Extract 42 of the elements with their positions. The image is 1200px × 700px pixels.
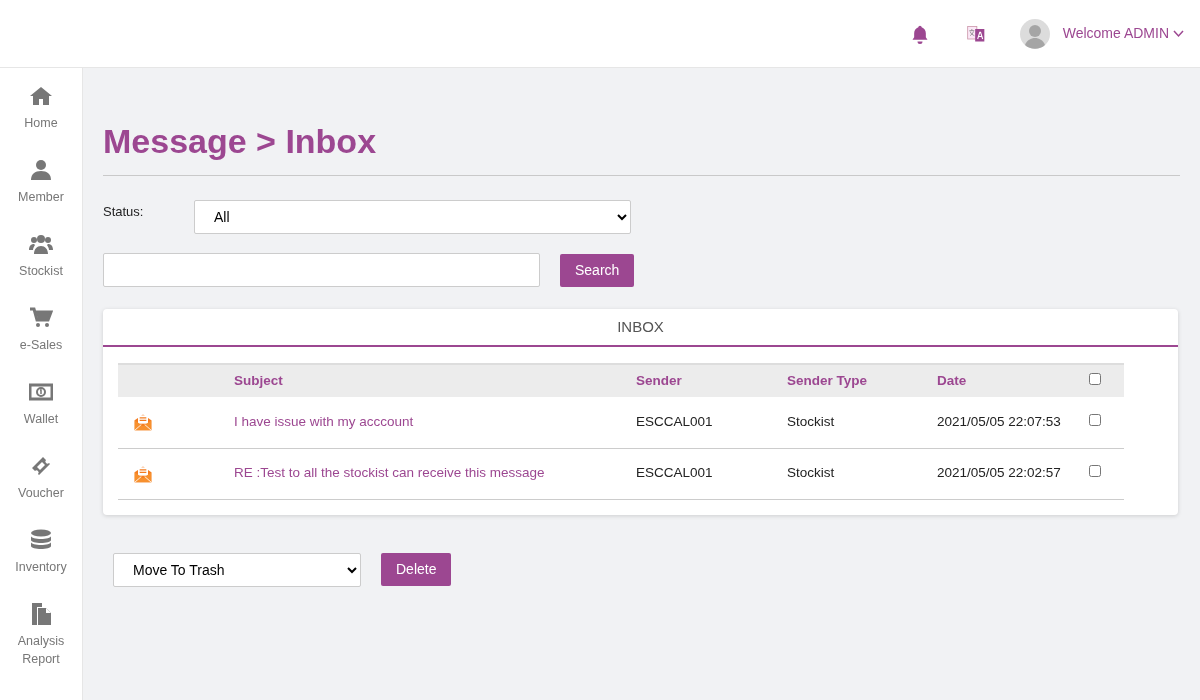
delete-button[interactable]: Delete [381,553,452,586]
search-button[interactable]: Search [560,253,635,287]
row-checkbox[interactable] [1089,414,1101,427]
sidebar-item[interactable]: e-Sales [0,306,82,380]
people-icon [29,232,53,256]
user-menu[interactable]: Welcome ADMIN [1062,23,1184,44]
status-label: Status: [103,203,145,221]
select-all-checkbox[interactable] [1089,372,1101,385]
table-cell: Stockist [787,465,835,481]
house-icon [29,84,53,108]
avatar-icon [1019,18,1050,49]
sidebar-item[interactable]: Voucher [0,454,82,528]
column-header: Subject [234,372,283,388]
table-cell: 2021/05/05 22:02:57 [937,465,1061,481]
chevron-down-icon [1173,29,1184,38]
table-cell: ESCCAL001 [636,465,713,481]
sidebar-item[interactable]: Stockist [0,232,82,306]
page-title: Message > Inbox [103,121,378,162]
database-icon [29,528,53,552]
envelope-icon [133,412,153,433]
sidebar-item[interactable]: Wallet [0,380,82,454]
table-cell: ESCCAL001 [636,414,713,430]
translate-icon[interactable] [965,23,986,44]
column-header: Sender Type [787,372,868,388]
sidebar-item[interactable]: Member [0,158,82,232]
column-header: Date [937,372,967,388]
documents-icon [29,602,53,626]
sidebar-item[interactable]: Analysis Report [0,602,82,676]
search-field[interactable] [103,253,540,287]
column-header: Sender [636,372,682,388]
cart-icon [29,306,53,330]
message-subject-link[interactable]: RE :Test to all the stockist can receive this message [234,465,545,481]
table-cell: 2021/05/05 22:07:53 [937,414,1061,430]
panel-title: INBOX [103,309,1178,347]
table-cell: Stockist [787,414,835,430]
row-checkbox[interactable] [1089,465,1101,478]
sidebar-item[interactable]: Home [0,84,82,158]
person-icon [29,158,53,182]
message-subject-link[interactable]: I have issue with my acccount [234,414,414,430]
action-select[interactable]: Move To Trash [113,552,361,587]
status-select[interactable]: All [194,200,631,234]
sidebar-item[interactable]: Inventory [0,528,82,602]
